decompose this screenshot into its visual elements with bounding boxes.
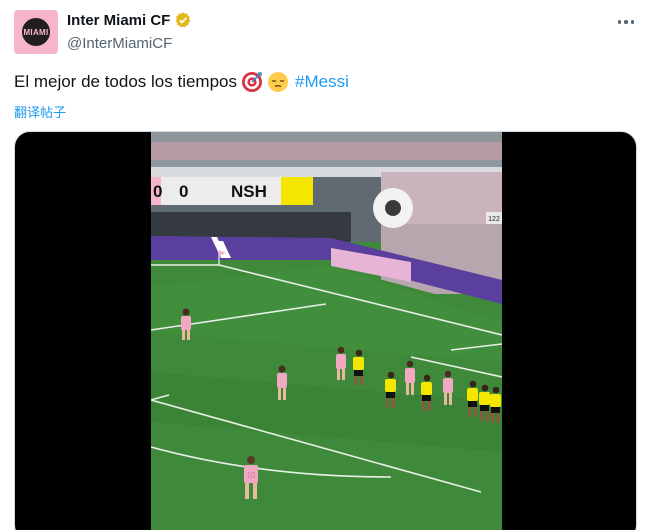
tweet-text-body: El mejor de todos los tiempos xyxy=(14,72,237,91)
display-name[interactable]: Inter Miami CF xyxy=(67,12,170,29)
dot-icon xyxy=(617,20,622,24)
name-row: Inter Miami CF xyxy=(67,11,192,29)
board-logo-icon xyxy=(385,200,401,216)
pensive-face-emoji-icon xyxy=(267,71,289,93)
handle[interactable]: @InterMiamiCF xyxy=(67,35,172,52)
crest-text: MIAMI xyxy=(23,27,49,37)
translate-post-link[interactable]: 翻译帖子 xyxy=(14,102,66,121)
crowd xyxy=(151,142,502,160)
board-number: 122 xyxy=(488,216,500,223)
target-emoji-icon xyxy=(241,71,263,93)
home-score: 0 xyxy=(153,182,162,201)
avatar[interactable]: MIAMI xyxy=(14,10,58,54)
away-score: 0 xyxy=(179,182,188,201)
verified-badge-icon xyxy=(174,11,192,29)
soccer-scene: 122 0 0 NSH 10 xyxy=(151,132,502,530)
away-team: NSH xyxy=(231,182,267,201)
tweet-text: El mejor de todos los tiempos #Messi xyxy=(14,71,349,93)
more-options-button[interactable] xyxy=(610,10,642,34)
dot-icon xyxy=(630,20,635,24)
svg-text:10: 10 xyxy=(247,471,256,480)
dot-icon xyxy=(624,20,628,24)
away-color-bar xyxy=(281,177,313,205)
video-frame[interactable]: 122 0 0 NSH 10 xyxy=(151,132,502,530)
inter-miami-crest-icon: MIAMI xyxy=(20,16,52,48)
tweet-card[interactable]: MIAMI Inter Miami CF @InterMiamiCF El me… xyxy=(0,0,655,530)
hashtag-link[interactable]: #Messi xyxy=(295,72,349,92)
video-player[interactable]: 122 0 0 NSH 10 xyxy=(14,131,637,530)
